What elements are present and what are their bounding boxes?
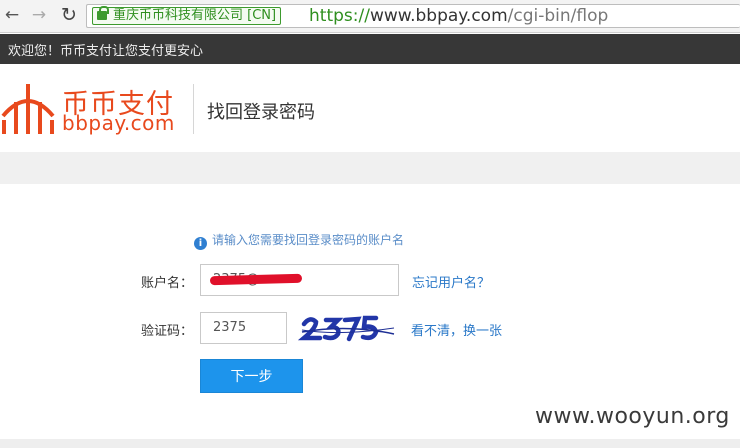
account-label: 账户名：: [141, 276, 194, 291]
welcome-text: 欢迎您！币币支付让您支付更安心: [8, 44, 204, 59]
refresh-captcha-link[interactable]: 看不清，换一张: [411, 320, 502, 339]
header-gray-band: [0, 152, 740, 184]
form-hint-text: 请输入您需要找回登录密码的账户名: [212, 233, 405, 247]
lock-icon: [97, 6, 109, 20]
watermark: www.wooyun.org: [535, 404, 730, 429]
info-icon: i: [194, 237, 207, 250]
page-title: 找回登录密码: [207, 102, 315, 123]
ev-certificate-name: 重庆币币科技有限公司 [CN]: [113, 8, 277, 23]
form-hint: i 请输入您需要找回登录密码的账户名: [194, 231, 404, 250]
captcha-input[interactable]: 2375: [200, 312, 287, 344]
url-path: /cgi-bin/flop: [507, 6, 609, 26]
ev-certificate-badge[interactable]: 重庆币币科技有限公司 [CN]: [92, 6, 282, 25]
footer-band: [0, 439, 740, 448]
captcha-image[interactable]: [298, 312, 398, 344]
site-top-bar: 欢迎您！币币支付让您支付更安心: [0, 34, 740, 64]
url-host: www.bbpay.com: [369, 6, 508, 26]
next-step-button[interactable]: 下一步: [200, 359, 303, 393]
back-arrow-icon[interactable]: ←: [2, 5, 22, 25]
bbpay-logo-icon[interactable]: [0, 80, 56, 136]
header-divider: [193, 84, 194, 134]
reload-icon[interactable]: ↻: [59, 5, 79, 25]
url-scheme: https://: [309, 6, 370, 26]
url-text[interactable]: https://www.bbpay.com/cgi-bin/flop: [309, 6, 608, 26]
captcha-label: 验证码：: [141, 324, 194, 339]
logo-domain-name[interactable]: bbpay.com: [62, 111, 175, 135]
forward-arrow-icon[interactable]: →: [29, 5, 49, 25]
browser-toolbar: ← → ↻ 重庆币币科技有限公司 [CN] https://www.bbpay.…: [0, 0, 740, 33]
address-bar[interactable]: 重庆币币科技有限公司 [CN] https://www.bbpay.com/cg…: [86, 4, 740, 28]
forgot-username-link[interactable]: 忘记用户名？: [412, 272, 490, 291]
